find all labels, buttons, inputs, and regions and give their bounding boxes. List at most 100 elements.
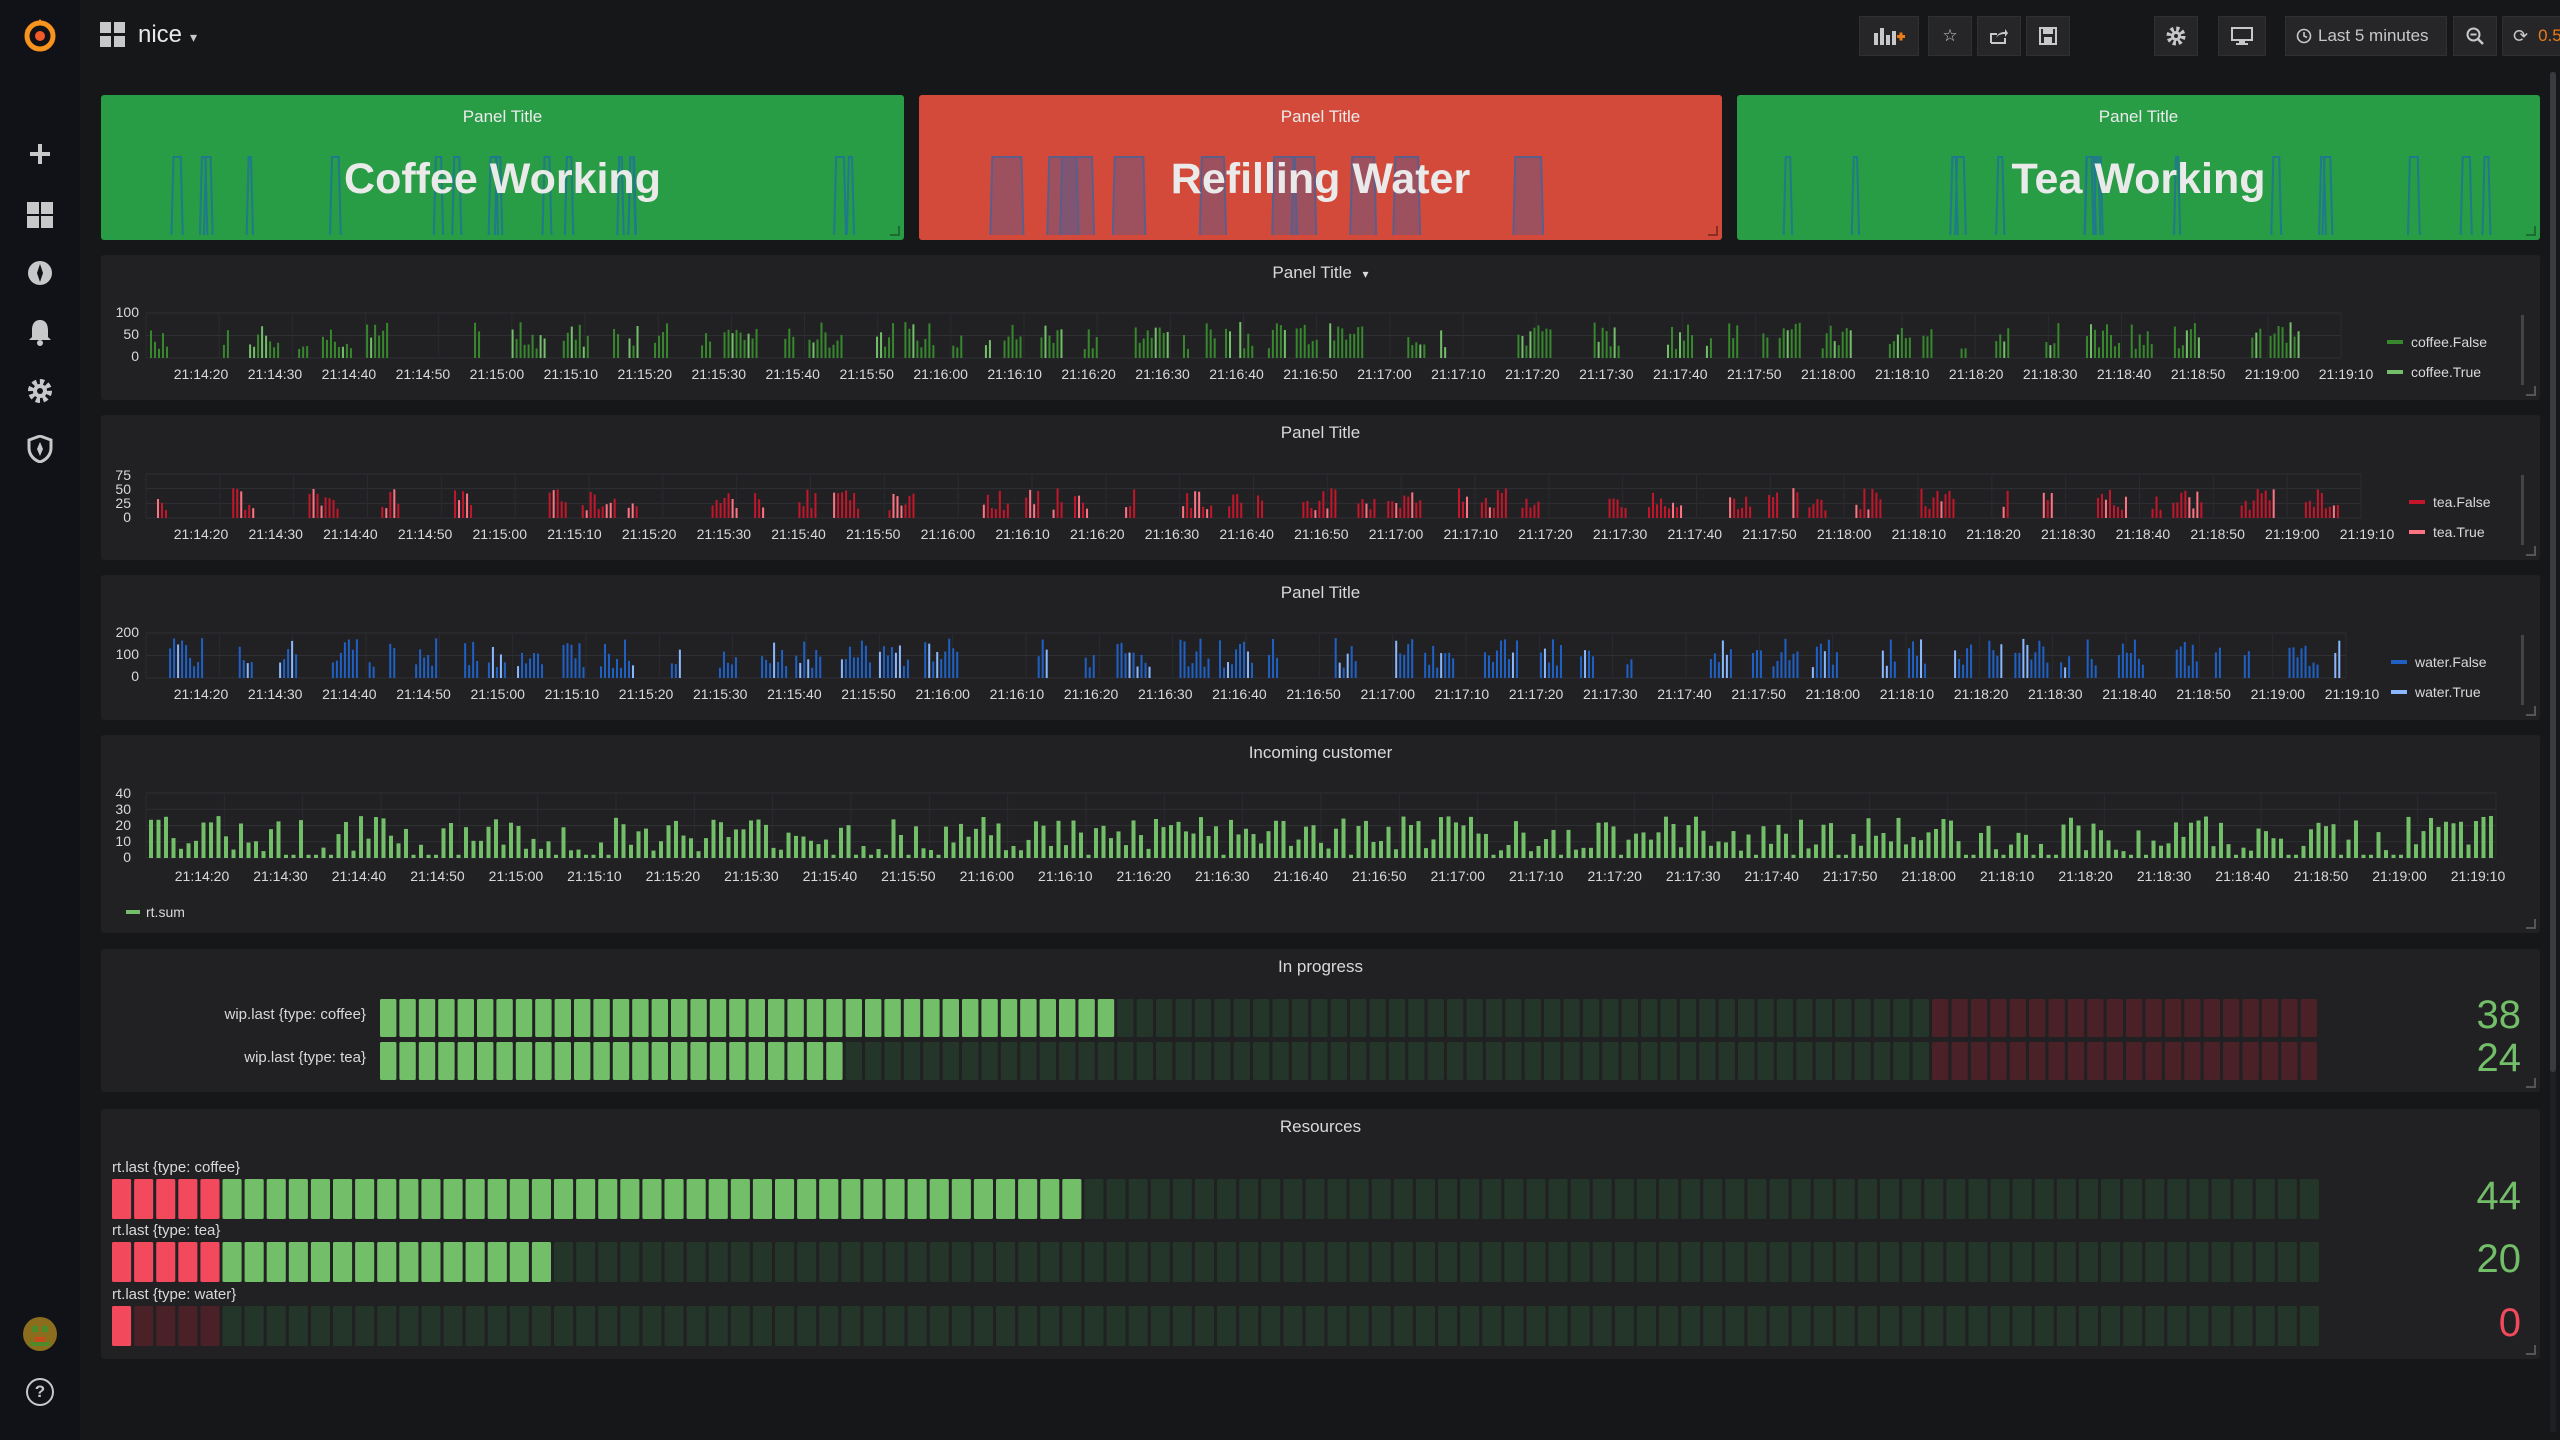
graph-bar — [666, 825, 671, 858]
graph-bar — [499, 654, 502, 678]
graph-bar — [1333, 340, 1336, 358]
refresh-icon[interactable]: ⟳ — [2513, 26, 2528, 47]
graph-bar — [393, 489, 396, 518]
y-tick: 10 — [115, 833, 131, 849]
gauge-cell — [1291, 999, 1309, 1037]
help-icon[interactable]: ? — [20, 1372, 60, 1412]
gauge-cell — [1526, 1242, 1546, 1282]
refresh-picker[interactable]: ⟳ 0.5s ▾ — [2502, 16, 2560, 56]
plus-icon[interactable] — [20, 134, 60, 174]
gauge-cell — [443, 1306, 463, 1346]
resize-handle[interactable] — [2526, 706, 2536, 716]
gauge-cell — [1000, 999, 1018, 1037]
graph-bar — [952, 345, 955, 358]
legend-item[interactable]: water.True — [2391, 677, 2487, 707]
gauge-cell — [1438, 1242, 1458, 1282]
graph-bar — [1641, 832, 1646, 858]
graph-bar — [1364, 820, 1368, 858]
graph-bar — [908, 495, 911, 518]
dashboard-settings-button[interactable] — [2154, 16, 2198, 56]
time-range-picker[interactable]: Last 5 minutes — [2285, 16, 2447, 56]
stat-panel-water[interactable]: Panel Title Refilling Water — [919, 95, 1722, 240]
graph-bar — [2124, 496, 2127, 518]
dashboard-title-dropdown[interactable]: nice ▾ — [138, 21, 197, 49]
legend-scrollbar[interactable] — [2521, 475, 2524, 545]
legend-scrollbar[interactable] — [2521, 315, 2524, 385]
configuration-gear-icon[interactable] — [20, 371, 60, 411]
resize-handle[interactable] — [2526, 546, 2536, 556]
resize-handle[interactable] — [2526, 226, 2536, 236]
graph-bar — [906, 854, 911, 858]
graph-panel-coffee[interactable]: Panel Title ▾ 100 50 0 21:14:20 21:14:30 2… — [101, 255, 2540, 400]
panel-title[interactable]: In progress — [101, 957, 2540, 977]
resize-handle[interactable] — [2526, 386, 2536, 396]
gauge-cell — [465, 1179, 485, 1219]
legend-item[interactable]: coffee.True — [2387, 357, 2487, 387]
graph-panel-tea[interactable]: Panel Title 75 50 25 0 21:14:20 21:14:30 2… — [101, 415, 2540, 560]
x-tick: 21:17:00 — [1368, 526, 1424, 542]
legend-item[interactable]: coffee.False — [2387, 327, 2487, 357]
user-avatar[interactable] — [20, 1314, 60, 1354]
grafana-logo-icon[interactable] — [20, 16, 60, 56]
graph-bar — [1056, 330, 1059, 358]
resize-handle[interactable] — [2526, 1345, 2536, 1355]
graph-bar — [372, 666, 375, 678]
graph-panel-incoming-customer[interactable]: Incoming customer 40 30 20 10 0 21:14:20… — [101, 735, 2540, 933]
gauge-cell — [1233, 999, 1250, 1037]
share-dashboard-button[interactable] — [1977, 16, 2021, 56]
scrollbar-thumb[interactable] — [2550, 72, 2556, 1072]
gauge-cell — [2261, 1042, 2279, 1080]
resize-handle[interactable] — [2526, 919, 2536, 929]
page-scrollbar[interactable] — [2550, 72, 2556, 1432]
add-panel-button[interactable] — [1859, 16, 1919, 56]
graph-bar — [754, 493, 757, 518]
graph-bar — [1964, 854, 1968, 858]
x-tick: 21:15:40 — [765, 366, 820, 382]
graph-bar — [1034, 821, 1038, 858]
resize-handle[interactable] — [890, 226, 900, 236]
bargauge-panel-resources[interactable]: Resources rt.last {type: coffee} rt.last… — [101, 1109, 2540, 1359]
graph-bar — [1709, 845, 1713, 858]
gauge-cell — [1791, 1242, 1811, 1282]
dashboards-icon[interactable] — [20, 195, 60, 235]
legend-item[interactable]: water.False — [2391, 647, 2487, 677]
graph-bar — [1792, 488, 1795, 518]
graph-bar — [844, 659, 847, 678]
save-dashboard-button[interactable] — [2026, 16, 2070, 56]
resize-handle[interactable] — [1708, 226, 1718, 236]
graph-bar — [1671, 326, 1674, 358]
resize-handle[interactable] — [2526, 1078, 2536, 1088]
star-dashboard-button[interactable]: ☆ — [1928, 16, 1972, 56]
gauge-cell — [2056, 1306, 2076, 1346]
zoom-out-button[interactable] — [2453, 16, 2497, 56]
stat-panel-coffee[interactable]: Panel Title Coffee Working — [101, 95, 904, 240]
alerting-bell-icon[interactable] — [20, 312, 60, 352]
gauge-cell — [1660, 1042, 1677, 1080]
cycle-view-mode-button[interactable] — [2218, 16, 2266, 56]
gauge-cell — [2300, 999, 2317, 1037]
legend-scrollbar[interactable] — [2521, 635, 2524, 705]
panel-title: Panel Title — [462, 107, 543, 126]
bargauge-panel-in-progress[interactable]: In progress wip.last {type: coffee} wip.… — [101, 949, 2540, 1092]
graph-bar — [1243, 641, 1246, 678]
panel-title: Panel Title — [1280, 107, 1361, 126]
gauge-cell — [2067, 999, 2085, 1037]
graph-bar — [1780, 652, 1783, 678]
x-tick: 21:16:40 — [1273, 868, 1329, 884]
explore-icon[interactable] — [20, 253, 60, 293]
shield-icon[interactable] — [20, 429, 60, 469]
graph-bar — [427, 654, 430, 678]
panel-title[interactable]: Resources — [101, 1117, 2540, 1137]
graph-bar — [2106, 840, 2111, 858]
graph-panel-water[interactable]: Panel Title 200 100 0 21:14:20 21:14:30 21… — [101, 575, 2540, 720]
legend-item[interactable]: tea.False — [2409, 487, 2491, 517]
graph-bar — [1529, 851, 1533, 858]
legend-item[interactable]: tea.True — [2409, 517, 2491, 547]
gauge-cell — [1062, 1306, 1082, 1346]
graph-bar — [924, 642, 927, 678]
graph-bar — [171, 838, 176, 858]
legend-item[interactable]: rt.sum — [126, 897, 185, 927]
graph-bar — [531, 838, 536, 858]
gauge-cell — [399, 1306, 419, 1346]
stat-panel-tea[interactable]: Panel Title Tea Working — [1737, 95, 2540, 240]
